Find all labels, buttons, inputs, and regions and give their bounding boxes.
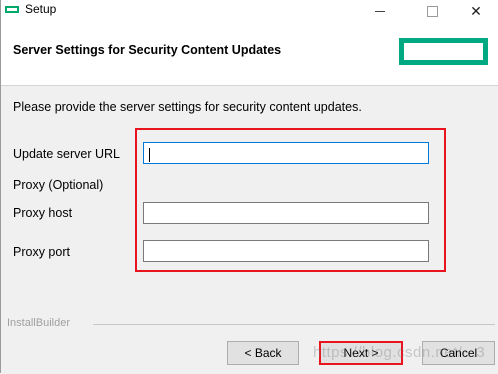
footer-divider — [93, 324, 495, 325]
maximize-button[interactable] — [409, 0, 455, 22]
main-content: Please provide the server settings for s… — [1, 86, 498, 374]
proxy-section-label: Proxy (Optional) — [13, 178, 104, 192]
hpe-logo — [399, 38, 488, 65]
highlight-box — [135, 128, 446, 272]
installbuilder-label: InstallBuilder — [7, 317, 70, 329]
page-header: Server Settings for Security Content Upd… — [1, 22, 498, 86]
minimize-icon — [375, 10, 385, 12]
page-title: Server Settings for Security Content Upd… — [13, 43, 282, 57]
window-title: Setup — [25, 2, 57, 16]
back-button[interactable]: < Back — [227, 341, 299, 365]
proxy-host-label: Proxy host — [13, 206, 73, 220]
minimize-button[interactable] — [357, 0, 403, 22]
close-button[interactable]: ✕ — [453, 0, 498, 22]
update-server-url-label: Update server URL — [13, 147, 120, 161]
maximize-icon — [426, 5, 438, 17]
title-bar[interactable]: Setup ✕ — [1, 0, 498, 22]
intro-text: Please provide the server settings for s… — [13, 100, 362, 114]
cancel-button[interactable]: Cancel — [422, 341, 495, 365]
proxy-port-label: Proxy port — [13, 245, 70, 259]
setup-window: Setup ✕ Server Settings for Security Con… — [0, 0, 498, 374]
close-icon: ✕ — [470, 3, 482, 19]
setup-app-icon — [5, 6, 19, 13]
next-button[interactable]: Next > — [319, 341, 403, 365]
